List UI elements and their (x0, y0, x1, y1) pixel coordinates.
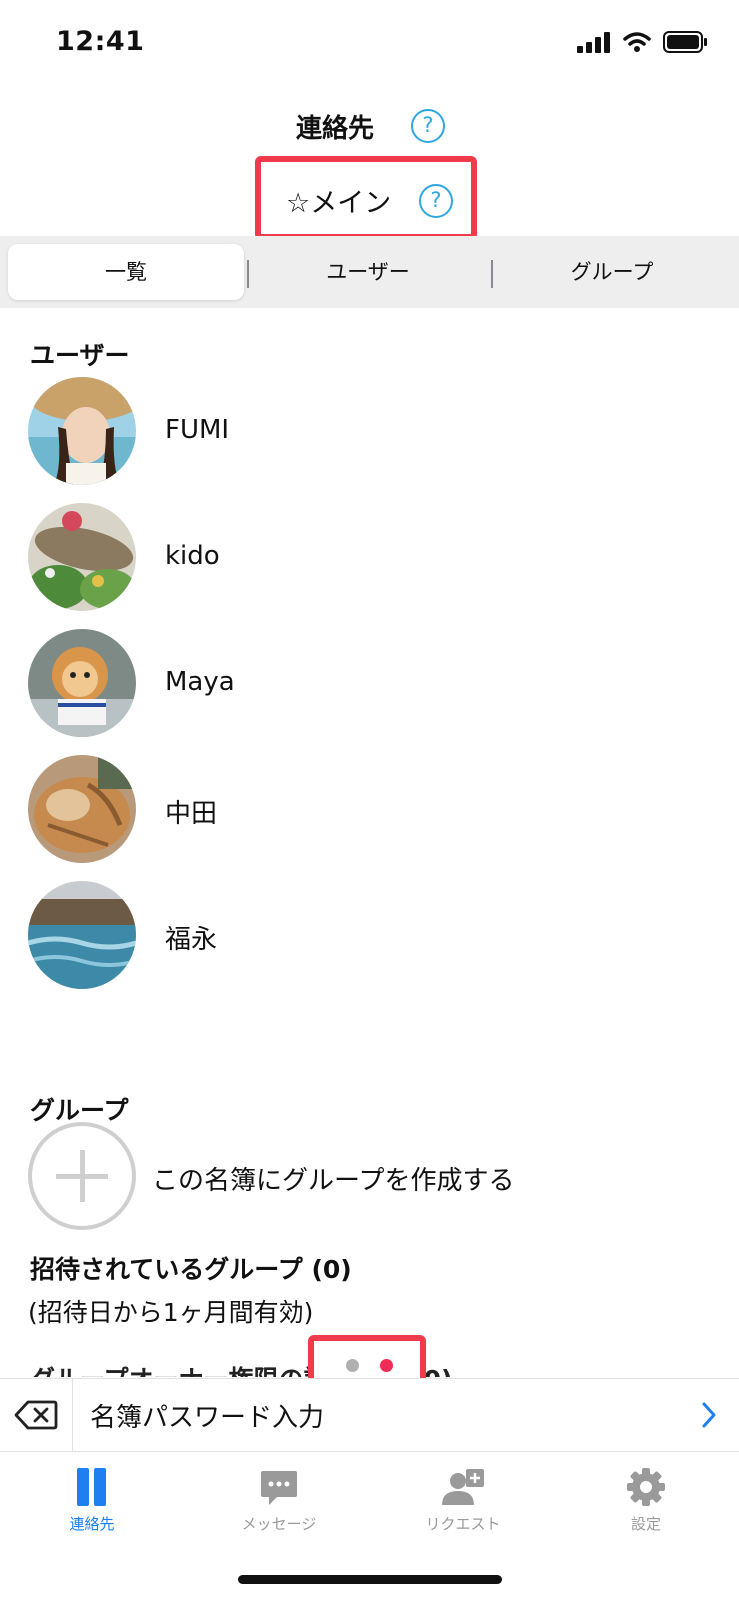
tab-settings[interactable]: 設定 (586, 1467, 706, 1547)
contacts-icon (77, 1468, 106, 1506)
segmented-control: 一覧 ユーザー グループ (0, 236, 739, 308)
invited-groups-note: (招待日から1ヶ月間有効) (28, 1298, 314, 1327)
request-icon (442, 1469, 484, 1505)
avatar (28, 881, 136, 989)
tab-messages[interactable]: メッセージ (219, 1467, 339, 1547)
user-name: FUMI (165, 415, 230, 445)
user-name: Maya (165, 667, 235, 697)
user-row[interactable]: Maya (0, 629, 739, 737)
battery-icon (663, 31, 707, 53)
status-time: 12:41 (56, 26, 145, 57)
segment-divider (247, 260, 249, 288)
password-input-label[interactable]: 名簿パスワード入力 (90, 1397, 324, 1434)
tab-contacts[interactable]: 連絡先 (32, 1467, 152, 1547)
book-selector[interactable]: ☆メイン (286, 181, 391, 220)
user-name: kido (165, 541, 220, 571)
page-dot-active[interactable] (380, 1359, 393, 1372)
segment-users[interactable]: ユーザー (250, 244, 486, 300)
header: 連絡先 ? (0, 100, 739, 150)
chevron-right-icon[interactable] (701, 1401, 717, 1429)
user-row[interactable]: FUMI (0, 377, 739, 485)
status-icons (577, 30, 709, 54)
tab-requests[interactable]: リクエスト (403, 1467, 523, 1547)
user-name: 中田 (165, 799, 218, 829)
segment-all[interactable]: 一覧 (8, 244, 244, 300)
user-row[interactable]: 中田 (0, 755, 739, 863)
password-bar[interactable]: 名簿パスワード入力 (0, 1378, 739, 1452)
delete-icon[interactable] (14, 1399, 58, 1431)
segment-groups[interactable]: グループ (494, 244, 730, 300)
invited-groups-title: 招待されているグループ (0) (30, 1255, 352, 1284)
tab-label: 設定 (630, 1515, 661, 1533)
divider (72, 1379, 73, 1451)
signal-icon (577, 32, 610, 53)
segment-divider (491, 260, 493, 288)
book-help-icon[interactable]: ? (419, 184, 453, 218)
gear-icon (627, 1468, 665, 1506)
page-title: 連絡先 (296, 114, 375, 144)
avatar (28, 503, 136, 611)
wifi-icon (623, 32, 651, 52)
user-row[interactable]: 福永 (0, 881, 739, 989)
help-icon[interactable]: ? (411, 109, 445, 143)
tab-label: リクエスト (425, 1515, 501, 1533)
add-group-icon[interactable] (28, 1122, 136, 1230)
home-indicator (238, 1575, 502, 1584)
user-row[interactable]: kido (0, 503, 739, 611)
page-dot[interactable] (346, 1359, 359, 1372)
users-section-title: ユーザー (30, 341, 130, 370)
avatar (28, 377, 136, 485)
status-bar: 12:41 (0, 0, 739, 90)
tab-label: 連絡先 (69, 1515, 115, 1533)
user-name: 福永 (165, 925, 218, 955)
avatar (28, 755, 136, 863)
create-group-link[interactable]: この名簿にグループを作成する (152, 1160, 514, 1197)
tab-label: メッセージ (241, 1515, 317, 1533)
message-icon (261, 1471, 297, 1505)
avatar (28, 629, 136, 737)
